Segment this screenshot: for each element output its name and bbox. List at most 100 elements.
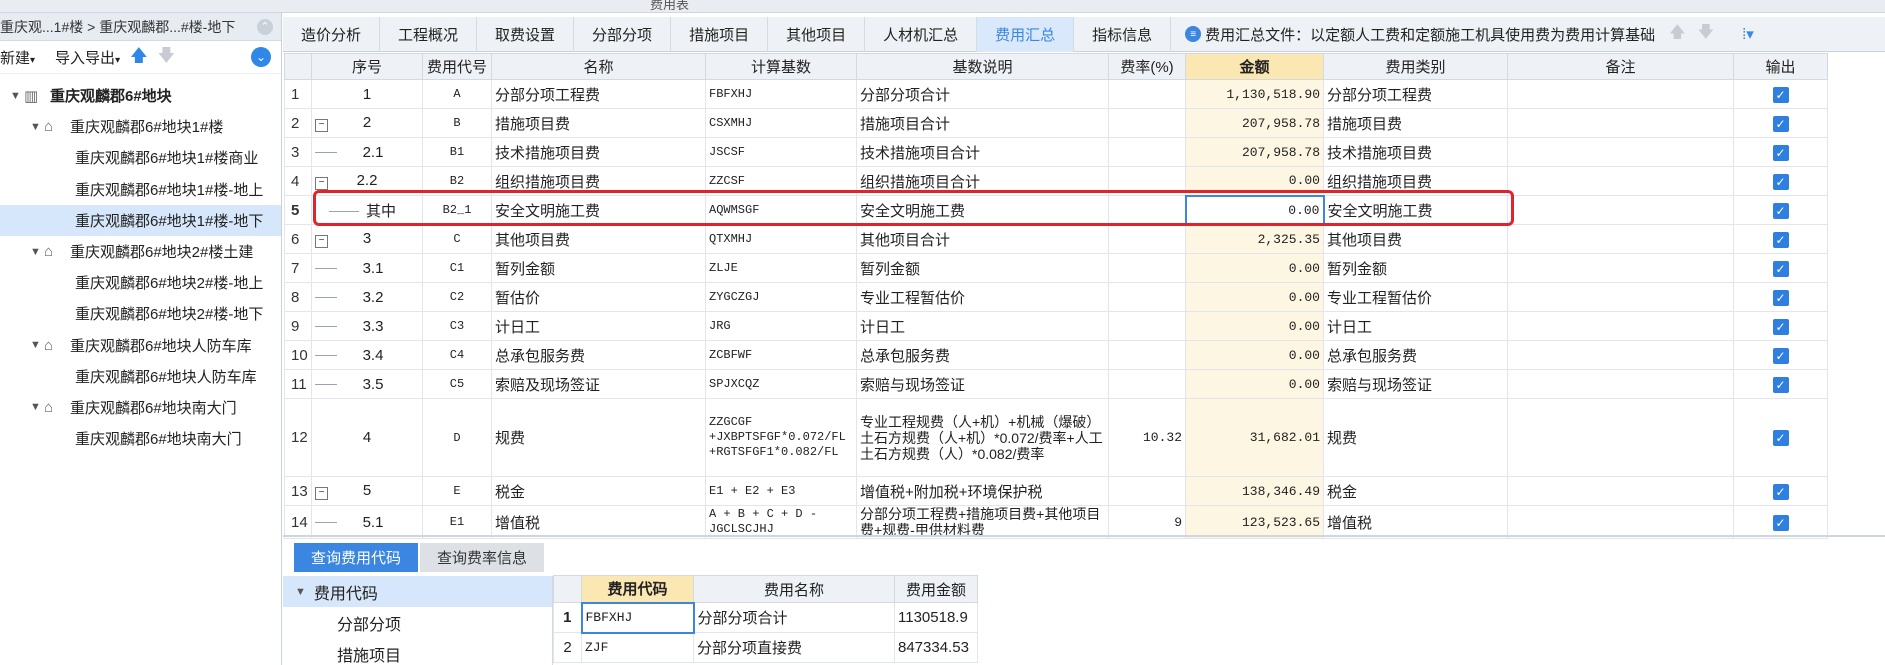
output-cell[interactable]: ✓ bbox=[1733, 282, 1828, 312]
collapse-icon[interactable]: ⌃ bbox=[257, 18, 273, 35]
column-header[interactable]: 费用名称 bbox=[693, 575, 895, 603]
fee-code-cell[interactable]: C4 bbox=[422, 340, 492, 370]
checkbox-checked-icon[interactable]: ✓ bbox=[1772, 260, 1789, 277]
rate-cell[interactable] bbox=[1108, 79, 1186, 109]
table-row[interactable]: 10 3.4 C4 总承包服务费 ZCBFWF 总承包服务费 0.00 总承包服务费 ✓ bbox=[284, 340, 1828, 370]
remark-cell[interactable] bbox=[1507, 195, 1734, 225]
collapse-icon[interactable]: − bbox=[315, 235, 328, 248]
fee-category-cell[interactable]: 规费 bbox=[1323, 398, 1508, 477]
base-cell[interactable]: JSCSF bbox=[705, 137, 857, 167]
fee-code-cell[interactable]: B1 bbox=[422, 137, 492, 167]
table-row[interactable]: 13−5 E 税金 E1 + E2 + E3 增值税+附加税+环境保护税 138,346.… bbox=[284, 476, 1828, 506]
output-cell[interactable]: ✓ bbox=[1733, 253, 1828, 283]
fee-category-cell[interactable]: 组织措施项目费 bbox=[1323, 166, 1508, 196]
table-row[interactable]: 7 3.1 C1 暂列金额 ZLJE 暂列金额 0.00 暂列金额 ✓ bbox=[284, 253, 1828, 283]
fee-name-cell[interactable]: 计日工 bbox=[491, 311, 706, 341]
amount-cell[interactable]: 1,130,518.90 bbox=[1185, 79, 1324, 109]
chevron-down-icon[interactable]: ▼ bbox=[10, 90, 24, 102]
fee-code-cell[interactable]: ZJF bbox=[581, 632, 694, 663]
output-cell[interactable]: ✓ bbox=[1733, 224, 1828, 254]
column-header[interactable]: 费用代号 bbox=[422, 53, 492, 80]
fee-code-cell[interactable]: C5 bbox=[422, 369, 492, 399]
table-row[interactable]: 6−3 C 其他项目费 QTXMHJ 其他项目合计 2,325.35 其他项目费 ✓ bbox=[284, 224, 1828, 254]
checkbox-checked-icon[interactable]: ✓ bbox=[1772, 318, 1789, 335]
rate-cell[interactable] bbox=[1108, 282, 1186, 312]
amount-cell[interactable]: 207,958.78 bbox=[1185, 137, 1324, 167]
remark-cell[interactable] bbox=[1507, 137, 1734, 167]
amount-cell[interactable]: 0.00 bbox=[1185, 340, 1324, 370]
rate-cell[interactable] bbox=[1108, 195, 1186, 225]
amount-cell[interactable]: 0.00 bbox=[1185, 166, 1324, 196]
rate-cell[interactable] bbox=[1108, 137, 1186, 167]
base-desc-cell[interactable]: 计日工 bbox=[856, 311, 1109, 341]
amount-cell[interactable]: 0.00 bbox=[1185, 311, 1324, 341]
column-header[interactable]: 费用类别 bbox=[1323, 53, 1508, 80]
remark-cell[interactable] bbox=[1507, 224, 1734, 254]
table-row[interactable]: 12 4 D 规费 ZZGCGF +JXBPTSFGF*0.072/FL +RGTSFG… bbox=[284, 398, 1828, 477]
column-header[interactable]: 备注 bbox=[1507, 53, 1734, 80]
move-down-icon[interactable]: 🡇 bbox=[1698, 21, 1714, 48]
rate-cell[interactable] bbox=[1108, 369, 1186, 399]
amount-cell[interactable]: 2,325.35 bbox=[1185, 224, 1324, 254]
base-desc-cell[interactable]: 增值税+附加税+环境保护税 bbox=[856, 476, 1109, 506]
table-row[interactable]: 2 ZJF 分部分项直接费 847334.53 bbox=[553, 632, 978, 663]
base-cell[interactable]: SPJXCQZ bbox=[705, 369, 857, 399]
fee-category-cell[interactable]: 其他项目费 bbox=[1323, 224, 1508, 254]
fee-name-cell[interactable]: 暂列金额 bbox=[491, 253, 706, 283]
base-desc-cell[interactable]: 专业工程规费（人+机）+机械（爆破）土石方规费（人+机）*0.072/费率+人工… bbox=[856, 398, 1109, 477]
rate-cell[interactable] bbox=[1108, 476, 1186, 506]
column-header[interactable]: 金额 bbox=[1185, 53, 1324, 80]
table-row[interactable]: 9 3.3 C3 计日工 JRG 计日工 0.00 计日工 ✓ bbox=[284, 311, 1828, 341]
output-cell[interactable]: ✓ bbox=[1733, 108, 1828, 138]
checkbox-checked-icon[interactable]: ✓ bbox=[1772, 514, 1789, 531]
base-cell[interactable]: CSXMHJ bbox=[705, 108, 857, 138]
column-header[interactable]: 基数说明 bbox=[856, 53, 1109, 80]
rate-cell[interactable] bbox=[1108, 166, 1186, 196]
base-desc-cell[interactable]: 总承包服务费 bbox=[856, 340, 1109, 370]
base-cell[interactable]: ZYGCZGJ bbox=[705, 282, 857, 312]
fee-code-cell[interactable]: C3 bbox=[422, 311, 492, 341]
base-cell[interactable]: A + B + C + D - JGCLSCJHJ bbox=[705, 505, 857, 539]
fee-category-cell[interactable]: 专业工程暂估价 bbox=[1323, 282, 1508, 312]
table-row[interactable]: 11 3.5 C5 索赔及现场签证 SPJXCQZ 索赔与现场签证 0.00 索赔与现场签证 ✓ bbox=[284, 369, 1828, 399]
collapse-icon[interactable]: − bbox=[315, 177, 328, 190]
fee-code-tree-item[interactable]: 分部分项 bbox=[283, 607, 552, 638]
remark-cell[interactable] bbox=[1507, 505, 1734, 539]
tree-node[interactable]: ▼ ⌂ 重庆观麟郡6#地块1#楼 bbox=[0, 111, 281, 142]
fee-code-cell[interactable]: C bbox=[422, 224, 492, 254]
checkbox-checked-icon[interactable]: ✓ bbox=[1772, 289, 1789, 306]
fee-code-cell[interactable]: B bbox=[422, 108, 492, 138]
base-desc-cell[interactable]: 分部分项工程费+措施项目费+其他项目费+规费-甲供材料费 bbox=[856, 505, 1109, 539]
fee-name-cell[interactable]: 分部分项工程费 bbox=[491, 79, 706, 109]
fee-category-cell[interactable]: 安全文明施工费 bbox=[1323, 195, 1508, 225]
fee-category-cell[interactable]: 分部分项工程费 bbox=[1323, 79, 1508, 109]
fee-name-cell[interactable]: 税金 bbox=[491, 476, 706, 506]
bottom-tab-0[interactable]: 查询费用代码 bbox=[294, 543, 419, 572]
base-desc-cell[interactable]: 分部分项合计 bbox=[856, 79, 1109, 109]
tab-7[interactable]: 费用汇总 bbox=[977, 17, 1075, 52]
new-button[interactable]: 新建▾ bbox=[0, 47, 35, 68]
remark-cell[interactable] bbox=[1507, 369, 1734, 399]
fee-category-cell[interactable]: 暂列金额 bbox=[1323, 253, 1508, 283]
tab-3[interactable]: 分部分项 bbox=[574, 17, 672, 52]
fee-name-cell[interactable]: 措施项目费 bbox=[491, 108, 706, 138]
amount-cell[interactable]: 0.00 bbox=[1185, 253, 1324, 283]
output-cell[interactable]: ✓ bbox=[1733, 195, 1828, 225]
output-cell[interactable]: ✓ bbox=[1733, 340, 1828, 370]
base-cell[interactable]: ZZGCGF +JXBPTSFGF*0.072/FL +RGTSFGF1*0.0… bbox=[705, 398, 857, 477]
column-header[interactable]: 费用金额 bbox=[894, 575, 978, 603]
tab-5[interactable]: 其他项目 bbox=[768, 17, 866, 52]
fee-code-cell[interactable]: C2 bbox=[422, 282, 492, 312]
remark-cell[interactable] bbox=[1507, 108, 1734, 138]
tree-node[interactable]: ▼ ⌂ 重庆观麟郡6#地块2#楼土建 bbox=[0, 236, 281, 267]
checkbox-checked-icon[interactable]: ✓ bbox=[1772, 115, 1789, 132]
fee-category-cell[interactable]: 索赔与现场签证 bbox=[1323, 369, 1508, 399]
tab-1[interactable]: 工程概况 bbox=[380, 17, 478, 52]
tree-node[interactable]: 重庆观麟郡6#地块2#楼-地下 bbox=[0, 298, 281, 329]
column-header[interactable]: 计算基数 bbox=[705, 53, 857, 80]
rate-cell[interactable]: 9 bbox=[1108, 505, 1186, 539]
remark-cell[interactable] bbox=[1507, 311, 1734, 341]
bottom-tab-1[interactable]: 查询费率信息 bbox=[420, 543, 545, 572]
output-cell[interactable]: ✓ bbox=[1733, 137, 1828, 167]
chevron-down-icon[interactable]: ▼ bbox=[30, 339, 44, 351]
